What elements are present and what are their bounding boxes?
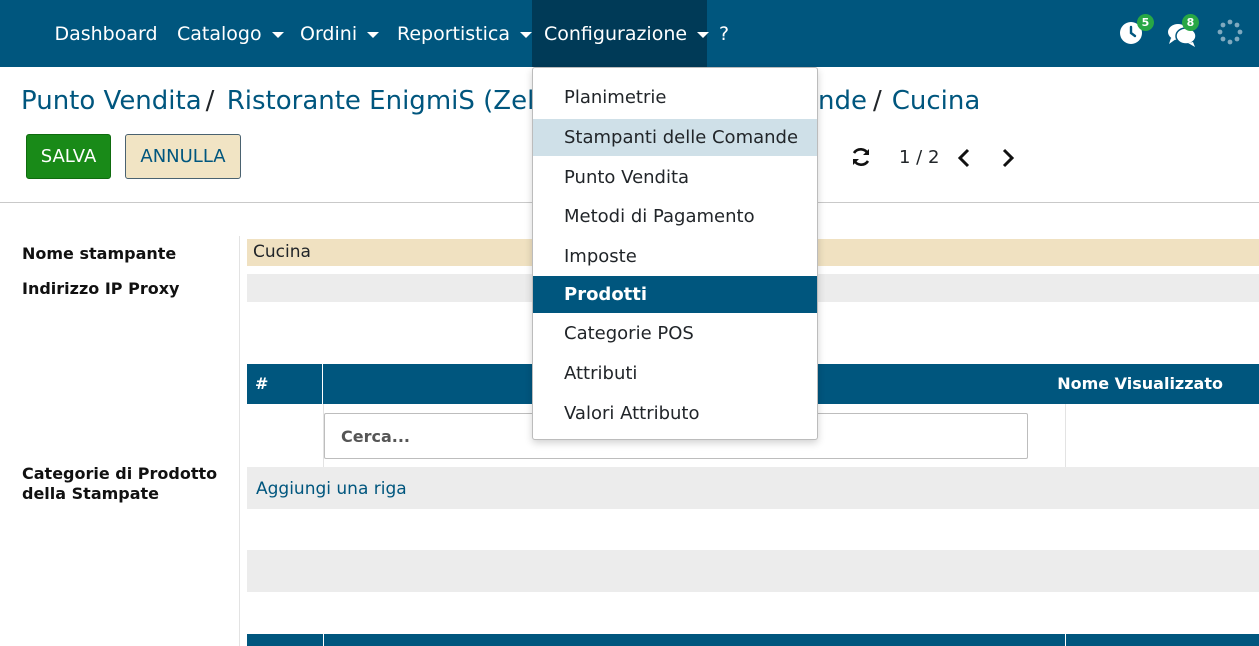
configurazione-dropdown-menu: Planimetrie Stampanti delle Comande Punt…	[532, 67, 818, 440]
breadcrumb-item-stampanti[interactable]: nde	[818, 86, 867, 116]
activity-badge: 5	[1137, 14, 1154, 31]
menu-item-punto-vendita[interactable]: Punto Vendita	[533, 159, 817, 196]
top-navbar: Dashboard Catalogo Ordini Reportistica C…	[0, 0, 1259, 67]
nav-ordini[interactable]: Ordini	[300, 0, 380, 67]
menu-item-attributi[interactable]: Attributi	[533, 355, 817, 392]
table-row	[247, 550, 1259, 592]
refresh-icon[interactable]	[850, 146, 872, 168]
cancel-button[interactable]: ANNULLA	[125, 134, 241, 179]
table-row	[247, 509, 1259, 550]
categories-label-line1: Categorie di Prodotto	[22, 464, 218, 483]
menu-item-imposte[interactable]: Imposte	[533, 238, 817, 275]
table-row	[247, 592, 1259, 634]
breadcrumb: Punto Vendita / Ristorante EnigmiS (Zelo)	[21, 86, 564, 120]
chevron-down-icon	[271, 31, 284, 38]
breadcrumb-item-punto-vendita[interactable]: Punto Vendita	[21, 86, 202, 116]
proxy-ip-label: Indirizzo IP Proxy	[22, 279, 180, 298]
categories-label-line2: della Stampate	[22, 484, 160, 503]
save-button[interactable]: SALVA	[26, 134, 111, 179]
nav-configurazione[interactable]: Configurazione	[532, 0, 710, 67]
add-row-link[interactable]: Aggiungi una riga	[256, 479, 407, 499]
nav-dashboard-label: Dashboard	[54, 22, 158, 45]
messages-badge: 8	[1182, 14, 1199, 31]
chevron-down-icon	[697, 31, 710, 38]
column-divider	[323, 634, 324, 646]
menu-item-planimetrie[interactable]: Planimetrie	[533, 79, 817, 116]
breadcrumb-separator: /	[205, 86, 215, 116]
breadcrumb-tail: nde / Cucina	[818, 86, 980, 120]
nav-reportistica-label: Reportistica	[397, 22, 510, 45]
menu-item-categorie-pos[interactable]: Categorie POS	[533, 315, 817, 352]
menu-item-valori-attributo[interactable]: Valori Attributo	[533, 395, 817, 432]
chevron-down-icon	[367, 31, 380, 38]
chevron-left-icon[interactable]	[955, 147, 973, 169]
breadcrumb-item-ristorante[interactable]: Ristorante EnigmiS (Zelo)	[227, 86, 561, 116]
nav-configurazione-label: Configurazione	[544, 22, 688, 45]
menu-item-stampanti-comande[interactable]: Stampanti delle Comande	[533, 119, 817, 156]
form-column-divider	[239, 236, 240, 646]
chevron-down-icon	[519, 31, 532, 38]
activity-clock-icon[interactable]: 5	[1118, 14, 1154, 48]
nav-help[interactable]: ?	[719, 0, 729, 67]
printer-name-label: Nome stampante	[22, 244, 177, 263]
loading-spinner-icon	[1216, 18, 1246, 48]
menu-item-metodi-pagamento[interactable]: Metodi di Pagamento	[533, 198, 817, 235]
column-header-display-name[interactable]: Nome Visualizzato	[1057, 364, 1223, 404]
nav-catalogo[interactable]: Catalogo	[177, 0, 284, 67]
categories-label: Categorie di Prodotto della Stampate	[22, 464, 217, 504]
chevron-right-icon[interactable]	[999, 147, 1017, 169]
nav-help-label: ?	[719, 22, 730, 45]
menu-item-prodotti[interactable]: Prodotti	[533, 276, 817, 313]
messages-icon[interactable]: 8	[1167, 14, 1199, 48]
nav-dashboard[interactable]: Dashboard	[47, 0, 165, 67]
nav-catalogo-label: Catalogo	[177, 22, 262, 45]
nav-reportistica[interactable]: Reportistica	[397, 0, 532, 67]
column-header-hash: #	[247, 364, 323, 404]
table-footer	[247, 634, 1259, 646]
pager-value: 1 / 2	[899, 147, 940, 168]
breadcrumb-separator: /	[872, 86, 882, 116]
nav-ordini-label: Ordini	[300, 22, 358, 45]
column-divider	[1065, 634, 1066, 646]
column-divider	[1065, 404, 1066, 467]
breadcrumb-current: Cucina	[891, 86, 981, 116]
